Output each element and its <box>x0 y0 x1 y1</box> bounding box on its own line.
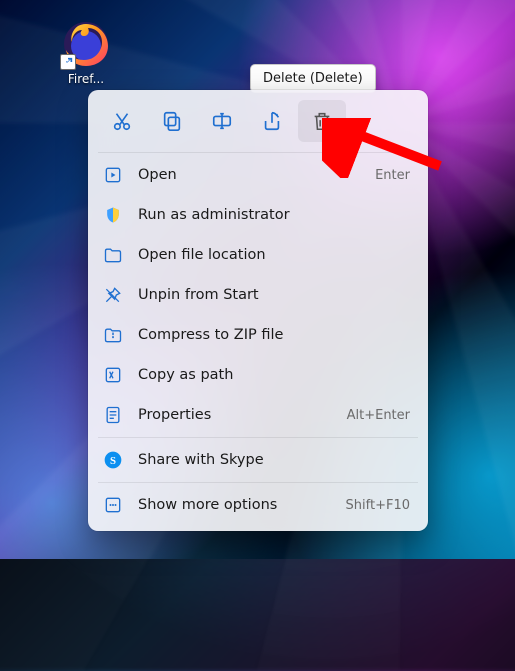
menu-divider <box>98 437 418 438</box>
desktop-icon-firefox[interactable]: Firef... <box>54 20 118 86</box>
zip-icon <box>102 324 124 346</box>
context-menu: Open Enter Run as administrator Open fil… <box>88 90 428 531</box>
folder-icon <box>102 244 124 266</box>
desktop-icon-label: Firef... <box>54 72 118 86</box>
menu-item-more-options[interactable]: Show more options Shift+F10 <box>94 485 422 525</box>
svg-text:S: S <box>110 455 116 467</box>
more-options-icon <box>102 494 124 516</box>
delete-icon <box>311 110 333 132</box>
share-icon <box>261 110 283 132</box>
quick-action-row <box>94 96 422 150</box>
menu-item-properties[interactable]: Properties Alt+Enter <box>94 395 422 435</box>
menu-label: Run as administrator <box>138 207 410 223</box>
rename-icon <box>211 110 233 132</box>
delete-button[interactable] <box>298 100 346 142</box>
menu-label: Compress to ZIP file <box>138 327 410 343</box>
menu-label: Properties <box>138 407 347 423</box>
cut-button[interactable] <box>98 100 146 142</box>
properties-icon <box>102 404 124 426</box>
shortcut-overlay-icon <box>60 54 76 70</box>
menu-label: Open <box>138 167 375 183</box>
menu-accelerator: Alt+Enter <box>347 408 410 423</box>
menu-label: Share with Skype <box>138 452 410 468</box>
menu-accelerator: Shift+F10 <box>346 498 410 513</box>
menu-divider <box>98 152 418 153</box>
menu-item-copy-path[interactable]: Copy as path <box>94 355 422 395</box>
share-button[interactable] <box>248 100 296 142</box>
skype-icon: S <box>102 449 124 471</box>
menu-label: Copy as path <box>138 367 410 383</box>
menu-item-unpin[interactable]: Unpin from Start <box>94 275 422 315</box>
tooltip-delete: Delete (Delete) <box>250 64 376 93</box>
menu-item-share-skype[interactable]: S Share with Skype <box>94 440 422 480</box>
menu-item-open[interactable]: Open Enter <box>94 155 422 195</box>
menu-label: Open file location <box>138 247 410 263</box>
menu-item-run-admin[interactable]: Run as administrator <box>94 195 422 235</box>
menu-accelerator: Enter <box>375 168 410 183</box>
copy-button[interactable] <box>148 100 196 142</box>
open-icon <box>102 164 124 186</box>
menu-item-compress[interactable]: Compress to ZIP file <box>94 315 422 355</box>
unpin-icon <box>102 284 124 306</box>
cut-icon <box>111 110 133 132</box>
menu-label: Show more options <box>138 497 346 513</box>
shield-admin-icon <box>102 204 124 226</box>
menu-item-open-location[interactable]: Open file location <box>94 235 422 275</box>
firefox-icon <box>62 20 110 68</box>
rename-button[interactable] <box>198 100 246 142</box>
menu-divider <box>98 482 418 483</box>
copy-path-icon <box>102 364 124 386</box>
menu-label: Unpin from Start <box>138 287 410 303</box>
copy-icon <box>161 110 183 132</box>
